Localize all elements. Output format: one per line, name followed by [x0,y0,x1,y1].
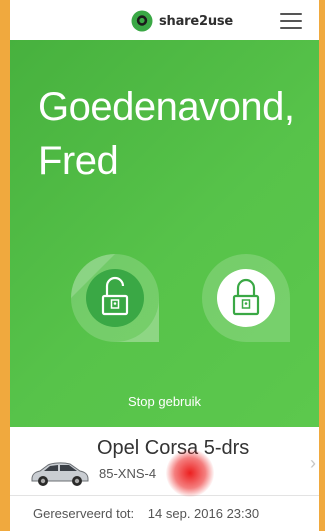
unlock-button[interactable] [65,248,165,348]
brand-name: share2use [159,13,234,29]
unlock-icon [71,254,159,342]
lock-button[interactable] [196,248,296,348]
car-icon [31,462,89,486]
share2use-logo-icon [131,10,153,32]
stop-usage-button[interactable]: Stop gebruik [10,394,319,409]
reservation-label: Gereserveerd tot: [33,506,135,521]
greeting-user-name: Fred [38,139,119,183]
reservation-value: 14 sep. 2016 23:30 [147,506,260,521]
greeting-line-1: Goedenavond, [38,85,295,129]
greeting-panel: Goedenavond, Fred Stop gebruik [10,40,319,427]
lock-icon [202,254,290,342]
car-list-item[interactable]: Opel Corsa 5-drs 85-XNS-4 › [10,427,319,495]
car-plate: 85-XNS-4 [99,466,157,481]
app-screen: share2use Goedenavond, Fred Stop gebruik… [10,0,319,531]
greeting-text: Goedenavond, Fred [38,80,295,188]
car-name: Opel Corsa 5-drs [97,437,250,459]
hamburger-menu-icon[interactable] [280,13,302,29]
chevron-right-icon: › [310,453,316,473]
divider [10,495,319,496]
header: share2use [10,0,319,40]
brand-logo: share2use [131,9,233,33]
reservation-info: Gereserveerd tot: 14 sep. 2016 23:30 [33,506,259,521]
